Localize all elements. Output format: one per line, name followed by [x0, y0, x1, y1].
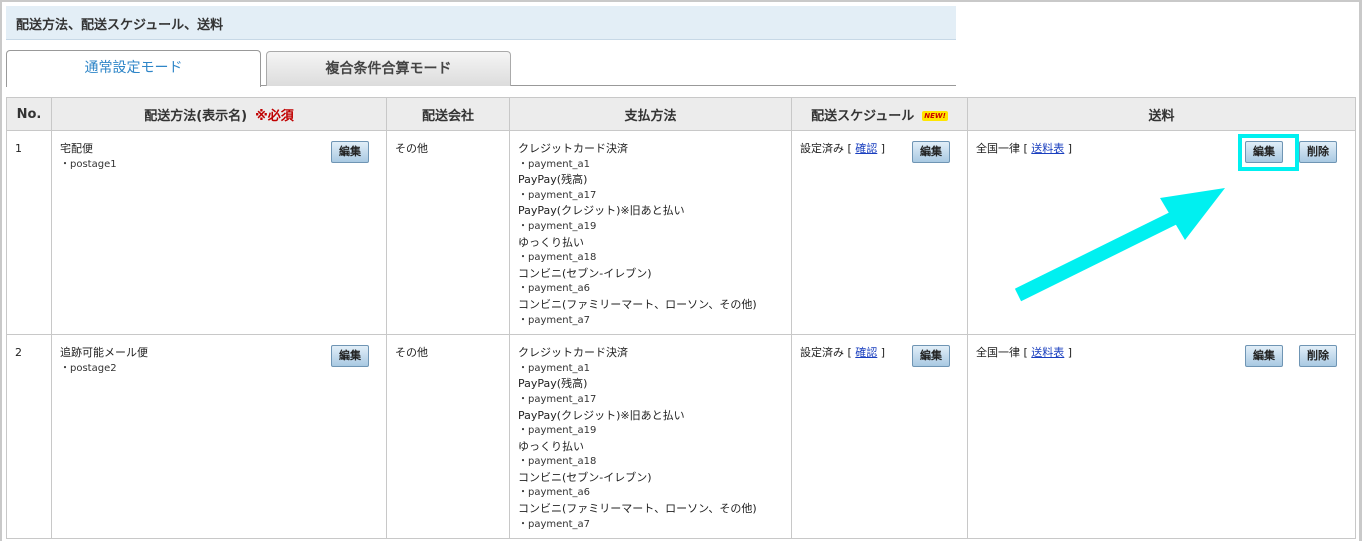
payment-method-name: コンビニ(セブン-イレブン): [518, 266, 652, 280]
payment-method-code: ・payment_a7: [518, 314, 591, 326]
edit-schedule-button[interactable]: 編集: [912, 345, 950, 368]
schedule-status: 設定済み: [800, 346, 844, 360]
payment-method-name: コンビニ(ファミリーマート、ローソン、その他): [518, 502, 757, 516]
payment-method-name: コンビニ(セブン-イレブン): [518, 470, 652, 484]
new-badge: NEW!: [922, 111, 948, 121]
payment-cell: クレジットカード決済 ・payment_a1 PayPay(残高) ・payment_…: [509, 129, 792, 336]
edit-fee-button[interactable]: 編集: [1245, 345, 1283, 368]
col-header-method: 配送方法(表示名) ※必須: [51, 97, 387, 131]
payment-method-name: ゆっくり払い: [518, 235, 584, 249]
col-header-schedule-label: 配送スケジュール: [811, 108, 915, 124]
edit-method-button[interactable]: 編集: [331, 141, 369, 163]
fee-cell: 全国一律 [ 送料表 ] 編集 削除: [967, 334, 1356, 540]
required-mark: ※必須: [255, 108, 294, 124]
fee-table-link[interactable]: 送料表: [1031, 142, 1064, 155]
fee-cell: 全国一律 [ 送料表 ] 編集 削除: [967, 129, 1356, 336]
table-header-row: No. 配送方法(表示名) ※必須 配送会社 支払方法 配送スケジュール NEW! …: [6, 97, 1356, 131]
payment-method-name: クレジットカード決済: [518, 142, 628, 155]
payment-method-name: PayPay(クレジット)※旧あと払い: [518, 408, 685, 422]
tab-normal-mode[interactable]: 通常設定モード: [6, 50, 261, 87]
tab-combined-mode[interactable]: 複合条件合算モード: [266, 51, 511, 86]
payment-method-code: ・payment_a17: [518, 189, 597, 201]
edit-fee-button[interactable]: 編集: [1245, 141, 1283, 163]
payment-method-name: ゆっくり払い: [518, 439, 584, 453]
col-header-no: No.: [6, 97, 52, 131]
schedule-cell: 設定済み [ 確認 ] 編集: [791, 129, 968, 336]
col-header-schedule: 配送スケジュール NEW!: [791, 97, 968, 131]
col-header-fee: 送料: [967, 97, 1356, 131]
bottom-edge: [0, 541, 1362, 547]
schedule-confirm-link[interactable]: 確認: [855, 346, 877, 359]
payment-method-code: ・payment_a6: [518, 283, 591, 295]
payment-method-name: PayPay(残高): [518, 173, 588, 187]
payment-cell: クレジットカード決済 ・payment_a1 PayPay(残高) ・payment_…: [509, 334, 792, 540]
payment-method-name: PayPay(クレジット)※旧あと払い: [518, 204, 685, 218]
payment-method-code: ・payment_a18: [518, 252, 597, 264]
payment-method-code: ・payment_a17: [518, 393, 597, 405]
row-number: 1: [6, 129, 52, 336]
fee-type: 全国一律: [976, 346, 1020, 360]
method-cell: 宅配便 ・postage1 編集: [51, 129, 387, 336]
delete-fee-button[interactable]: 削除: [1299, 141, 1337, 163]
method-cell: 追跡可能メール便 ・postage2 編集: [51, 334, 387, 540]
table-row: 1 宅配便 ・postage1 編集 その他 クレジットカード決済 ・payment_a1 P…: [6, 129, 1356, 336]
company-cell: その他: [386, 334, 510, 540]
shipping-table: No. 配送方法(表示名) ※必須 配送会社 支払方法 配送スケジュール NEW! …: [6, 97, 1356, 540]
edit-schedule-button[interactable]: 編集: [912, 141, 950, 163]
fee-table-link[interactable]: 送料表: [1031, 346, 1064, 359]
payment-method-code: ・payment_a18: [518, 456, 597, 468]
edit-method-button[interactable]: 編集: [331, 345, 369, 368]
payment-method-name: クレジットカード決済: [518, 346, 628, 360]
payment-method-code: ・payment_a1: [518, 362, 591, 374]
payment-method-code: ・payment_a19: [518, 425, 597, 437]
schedule-confirm-link[interactable]: 確認: [855, 142, 877, 155]
payment-method-name: PayPay(残高): [518, 377, 588, 391]
col-header-payment: 支払方法: [509, 97, 792, 131]
payment-method-code: ・payment_a19: [518, 220, 597, 232]
section-title: 配送方法、配送スケジュール、送料: [6, 6, 956, 40]
delete-fee-button[interactable]: 削除: [1299, 345, 1337, 368]
payment-method-code: ・payment_a7: [518, 518, 591, 530]
row-number: 2: [6, 334, 52, 540]
payment-method-code: ・payment_a6: [518, 487, 591, 499]
payment-method-name: コンビニ(ファミリーマート、ローソン、その他): [518, 297, 757, 311]
table-row: 2 追跡可能メール便 ・postage2 編集 その他 クレジットカード決済 ・paymen…: [6, 334, 1356, 540]
schedule-cell: 設定済み [ 確認 ] 編集: [791, 334, 968, 540]
mode-tabs: 通常設定モード 複合条件合算モード: [6, 50, 956, 87]
schedule-status: 設定済み: [800, 142, 844, 155]
col-header-method-label: 配送方法(表示名): [144, 108, 248, 124]
payment-method-code: ・payment_a1: [518, 158, 591, 170]
company-cell: その他: [386, 129, 510, 336]
col-header-company: 配送会社: [386, 97, 510, 131]
fee-type: 全国一律: [976, 142, 1020, 155]
